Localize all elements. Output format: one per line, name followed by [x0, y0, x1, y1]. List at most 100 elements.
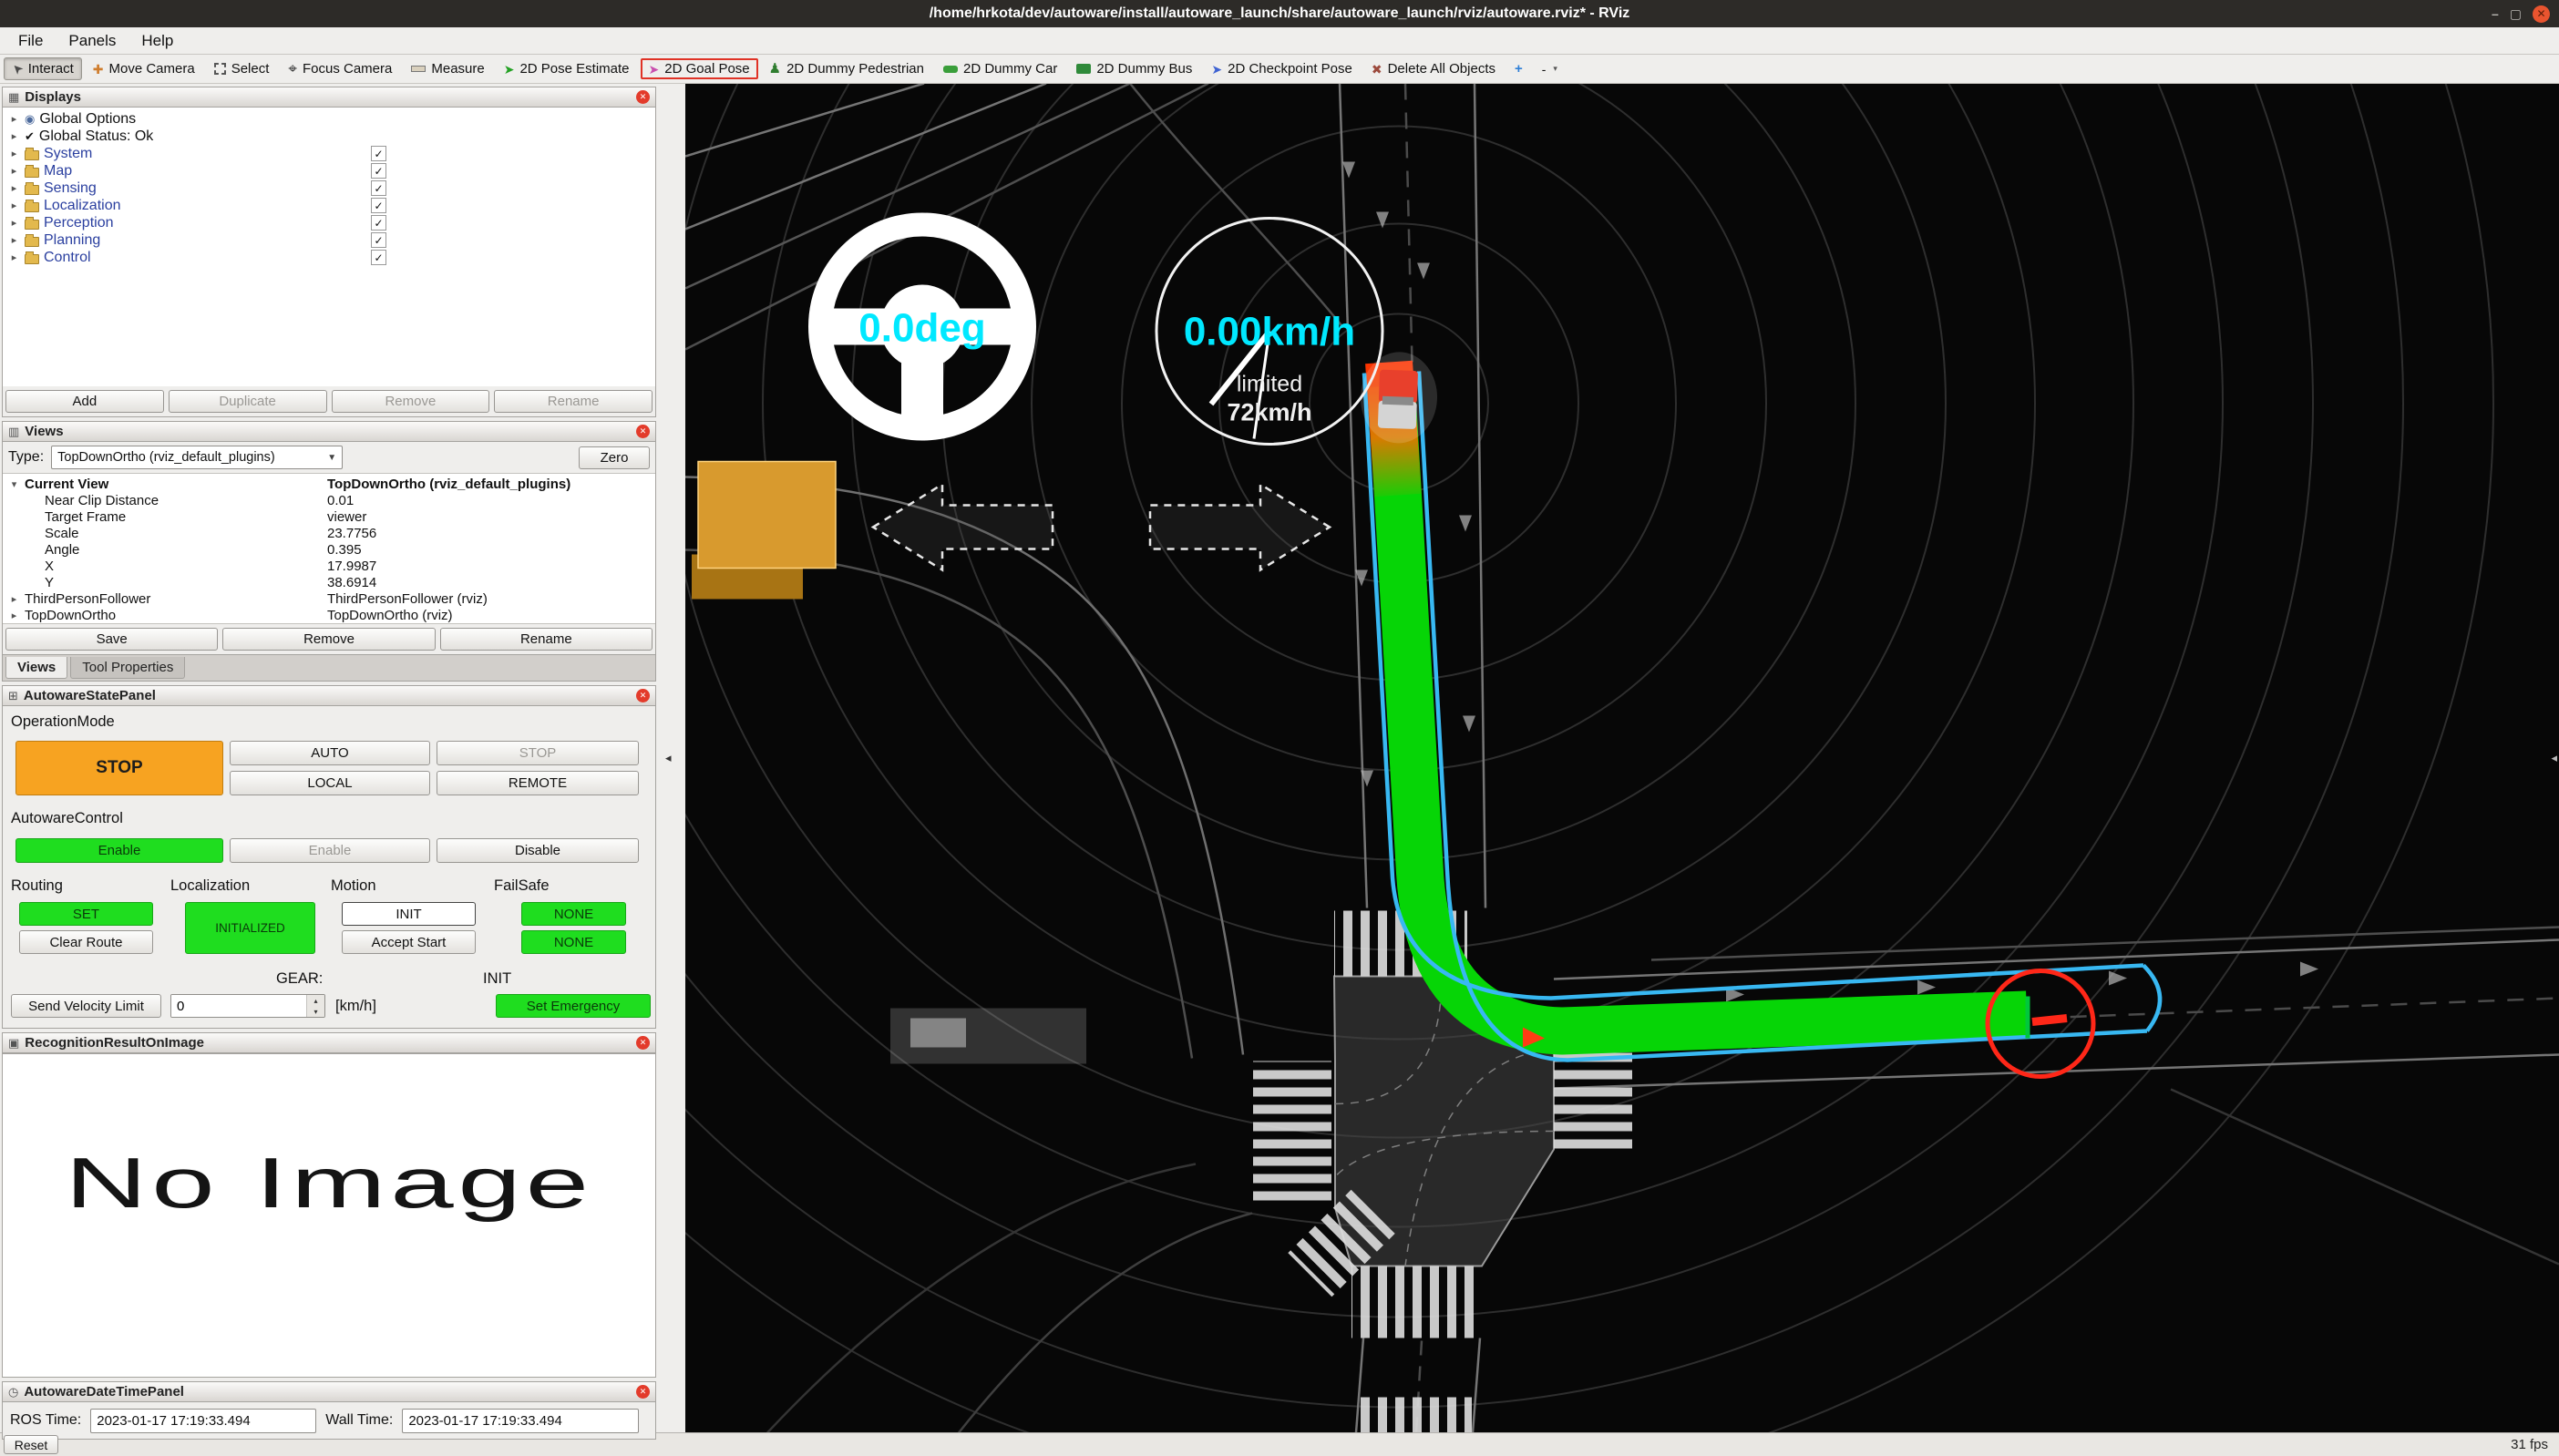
visibility-checkbox[interactable]: ✓ — [371, 215, 386, 231]
stop-disabled-button[interactable]: STOP — [437, 741, 639, 765]
tool-2d-dummy-bus[interactable]: 2D Dummy Bus — [1068, 57, 1200, 80]
views-close-icon[interactable]: ✕ — [636, 425, 650, 438]
visibility-checkbox[interactable]: ✓ — [371, 146, 386, 161]
collapse-left-icon[interactable]: ◂ — [665, 751, 672, 765]
view-property-row[interactable]: Scale 23.7756 — [3, 525, 655, 541]
expander-icon[interactable]: ▾ — [8, 478, 20, 490]
send-velocity-limit-button[interactable]: Send Velocity Limit — [11, 994, 161, 1018]
tool-delete-all-objects[interactable]: ✖ Delete All Objects — [1363, 57, 1504, 80]
panel-splitter[interactable]: ◂ — [658, 84, 685, 1432]
display-row-localization[interactable]: ▸ Localization ✓ — [3, 197, 655, 214]
view-row-thirdperson[interactable]: ▸ ThirdPersonFollower ThirdPersonFollower… — [3, 590, 655, 607]
view-property-row[interactable]: Angle 0.395 — [3, 541, 655, 558]
display-row-global-status[interactable]: ▸ ✔ Global Status: Ok — [3, 128, 655, 145]
displays-panel-titlebar[interactable]: ▦ Displays ✕ — [3, 87, 655, 108]
display-row-global-options[interactable]: ▸ ◉ Global Options — [3, 110, 655, 128]
wall-time-field[interactable] — [402, 1408, 640, 1433]
tool-2d-dummy-car[interactable]: 2D Dummy Car — [935, 57, 1065, 80]
display-row-planning[interactable]: ▸ Planning ✓ — [3, 231, 655, 249]
expander-icon[interactable]: ▸ — [8, 251, 20, 263]
velocity-limit-spinner[interactable]: ▴ ▾ — [170, 994, 325, 1018]
tool-2d-pose-estimate[interactable]: ➤ 2D Pose Estimate — [496, 57, 638, 80]
display-row-sensing[interactable]: ▸ Sensing ✓ — [3, 179, 655, 197]
tool-move-camera[interactable]: ✚ Move Camera — [85, 57, 203, 80]
maximize-button[interactable]: ▢ — [2510, 7, 2522, 20]
display-row-system[interactable]: ▸ System ✓ — [3, 145, 655, 162]
collapse-right-icon[interactable]: ◂ — [2551, 751, 2557, 765]
expander-icon[interactable]: ▸ — [8, 182, 20, 194]
menu-panels[interactable]: Panels — [56, 29, 128, 53]
add-display-button[interactable]: Add — [5, 390, 164, 413]
remove-display-button[interactable]: Remove — [331, 390, 490, 413]
zero-button[interactable]: Zero — [579, 446, 650, 469]
stop-button[interactable]: STOP — [15, 741, 223, 795]
tab-views[interactable]: Views — [5, 657, 68, 679]
visibility-checkbox[interactable]: ✓ — [371, 250, 386, 265]
displays-close-icon[interactable]: ✕ — [636, 90, 650, 104]
accept-start-button[interactable]: Accept Start — [342, 930, 476, 954]
save-view-button[interactable]: Save — [5, 628, 219, 651]
remote-button[interactable]: REMOTE — [437, 771, 639, 795]
spinner-arrows[interactable]: ▴ ▾ — [306, 995, 324, 1017]
tool-2d-checkpoint-pose[interactable]: ➤ 2D Checkpoint Pose — [1203, 57, 1360, 80]
3d-view[interactable]: 0.0deg 0.00km/h limited 72km/h ◂ — [685, 84, 2559, 1432]
display-row-control[interactable]: ▸ Control ✓ — [3, 249, 655, 266]
spin-down-icon[interactable]: ▾ — [307, 1006, 324, 1017]
expander-icon[interactable]: ▸ — [8, 148, 20, 159]
state-panel-titlebar[interactable]: ⊞ AutowareStatePanel ✕ — [3, 686, 655, 706]
enable-disabled-button[interactable]: Enable — [230, 838, 430, 863]
view-type-dropdown[interactable]: TopDownOrtho (rviz_default_plugins) ▼ — [51, 446, 344, 469]
expander-icon[interactable]: ▸ — [8, 165, 20, 177]
expander-icon[interactable]: ▸ — [8, 200, 20, 211]
ros-time-field[interactable] — [90, 1408, 317, 1433]
spin-up-icon[interactable]: ▴ — [307, 995, 324, 1006]
tab-tool-properties[interactable]: Tool Properties — [70, 657, 186, 679]
set-emergency-button[interactable]: Set Emergency — [496, 994, 651, 1018]
view-row-topdownortho[interactable]: ▸ TopDownOrtho TopDownOrtho (rviz) — [3, 607, 655, 623]
clear-route-button[interactable]: Clear Route — [19, 930, 153, 954]
expander-icon[interactable]: ▸ — [8, 217, 20, 229]
view-row-current[interactable]: ▾ Current View TopDownOrtho (rviz_default… — [3, 476, 655, 492]
rename-display-button[interactable]: Rename — [494, 390, 653, 413]
tool-measure[interactable]: Measure — [403, 57, 492, 80]
state-panel-close-icon[interactable]: ✕ — [636, 689, 650, 702]
expander-icon[interactable]: ▸ — [8, 130, 20, 142]
visibility-checkbox[interactable]: ✓ — [371, 163, 386, 179]
display-row-perception[interactable]: ▸ Perception ✓ — [3, 214, 655, 231]
expander-icon[interactable]: ▸ — [8, 113, 20, 125]
tool-select[interactable]: Select — [206, 57, 278, 80]
visibility-checkbox[interactable]: ✓ — [371, 232, 386, 248]
remove-tool-button[interactable]: - ▾ — [1534, 59, 1566, 79]
expander-icon[interactable]: ▸ — [8, 234, 20, 246]
view-property-row[interactable]: X 17.9987 — [3, 558, 655, 574]
disable-button[interactable]: Disable — [437, 838, 639, 863]
view-property-row[interactable]: Near Clip Distance 0.01 — [3, 492, 655, 508]
expander-icon[interactable]: ▸ — [8, 593, 20, 605]
reset-button[interactable]: Reset — [4, 1435, 58, 1454]
add-tool-button[interactable]: + — [1506, 58, 1531, 79]
tool-2d-dummy-pedestrian[interactable]: ♟ 2D Dummy Pedestrian — [761, 57, 932, 80]
view-property-row[interactable]: Y 38.6914 — [3, 574, 655, 590]
rename-view-button[interactable]: Rename — [439, 628, 653, 651]
tool-focus-camera[interactable]: ⌖ Focus Camera — [280, 57, 400, 80]
enable-button[interactable]: Enable — [15, 838, 223, 863]
recognition-panel-titlebar[interactable]: ▣ RecognitionResultOnImage ✕ — [3, 1033, 655, 1053]
local-button[interactable]: LOCAL — [230, 771, 430, 795]
velocity-limit-input[interactable] — [171, 995, 306, 1017]
close-button[interactable]: ✕ — [2533, 5, 2550, 23]
auto-button[interactable]: AUTO — [230, 741, 430, 765]
datetime-close-icon[interactable]: ✕ — [636, 1385, 650, 1399]
tool-interact[interactable]: ➤ Interact — [4, 57, 82, 80]
visibility-checkbox[interactable]: ✓ — [371, 198, 386, 213]
remove-view-button[interactable]: Remove — [222, 628, 436, 651]
view-property-row[interactable]: Target Frame viewer — [3, 508, 655, 525]
menu-help[interactable]: Help — [128, 29, 186, 53]
expander-icon[interactable]: ▸ — [8, 610, 20, 621]
visibility-checkbox[interactable]: ✓ — [371, 180, 386, 196]
views-panel-titlebar[interactable]: ▥ Views ✕ — [3, 422, 655, 442]
recognition-close-icon[interactable]: ✕ — [636, 1036, 650, 1050]
datetime-panel-titlebar[interactable]: ◷ AutowareDateTimePanel ✕ — [3, 1382, 655, 1402]
minimize-button[interactable]: – — [2492, 7, 2499, 20]
duplicate-display-button[interactable]: Duplicate — [168, 390, 327, 413]
display-row-map[interactable]: ▸ Map ✓ — [3, 162, 655, 179]
